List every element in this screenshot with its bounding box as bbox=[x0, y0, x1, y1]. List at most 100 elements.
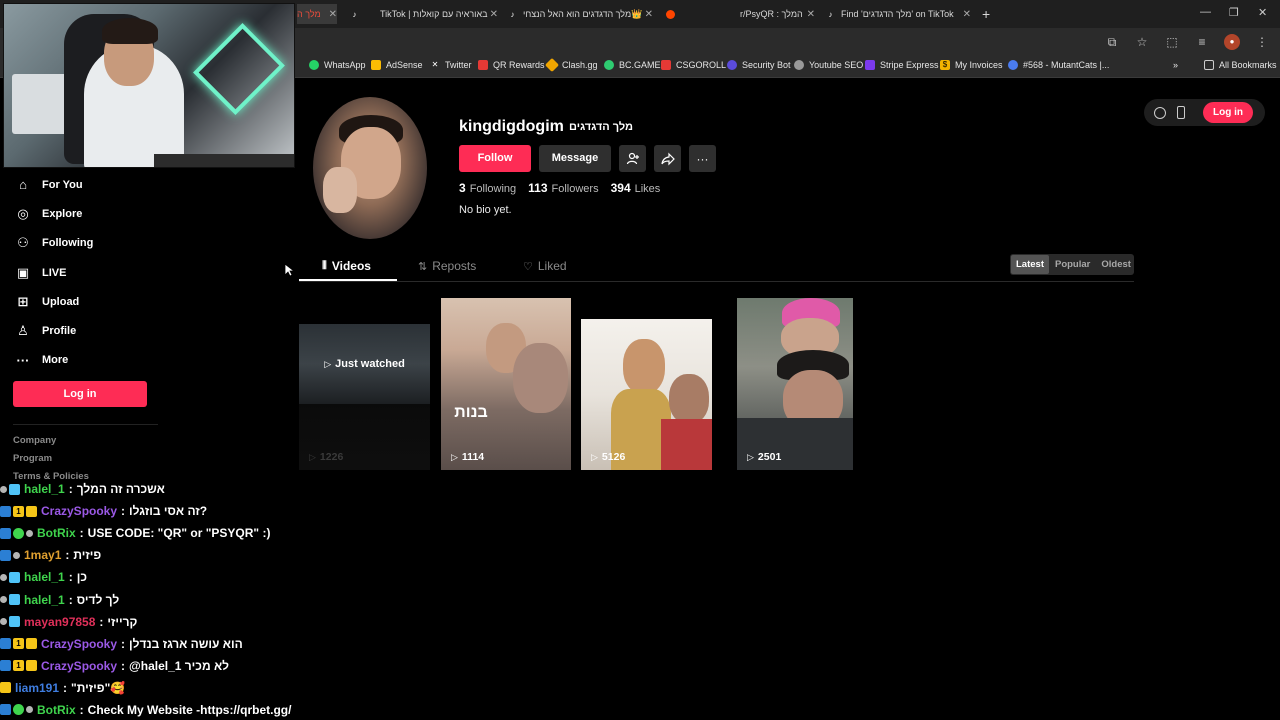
bookmark-mutantcats[interactable]: #568 - MutantCats |... bbox=[1008, 60, 1109, 70]
maximize-icon[interactable]: ❐ bbox=[1229, 6, 1239, 19]
device-icon[interactable] bbox=[1177, 106, 1185, 119]
tab-label: Reposts bbox=[432, 259, 477, 273]
play-icon: ▷ bbox=[324, 358, 332, 369]
browser-tab[interactable]: ♪ bbox=[350, 4, 368, 24]
sort-popular[interactable]: Popular bbox=[1050, 255, 1095, 274]
chat-separator: : bbox=[63, 680, 68, 695]
streamer-webcam bbox=[3, 3, 295, 168]
followers-stat[interactable]: 113 Followers bbox=[528, 181, 598, 195]
mod-badge-icon bbox=[0, 638, 11, 650]
sidebar-item-following[interactable]: ⚇ Following bbox=[14, 229, 214, 258]
chat-username[interactable]: CrazySpooky bbox=[41, 637, 117, 651]
chat-username[interactable]: liam191 bbox=[15, 681, 59, 695]
browser-tab[interactable]: ♪ Find 'מלך הדגדגים' on TikTok ✕ bbox=[826, 4, 972, 24]
chat-username[interactable]: halel_1 bbox=[24, 570, 65, 584]
chat-username[interactable]: halel_1 bbox=[24, 482, 65, 496]
number-badge-icon: 1 bbox=[13, 638, 24, 650]
bookmark-label: Stripe Express bbox=[880, 60, 939, 70]
chat-message: 1 CrazySpooky : זה אסי בוזגלו? bbox=[0, 500, 420, 522]
browser-tab[interactable]: מלך ה ✕ bbox=[297, 4, 337, 24]
chat-text: "פיזית"🥰 bbox=[71, 680, 126, 695]
all-bookmarks-button[interactable]: All Bookmarks bbox=[1204, 60, 1277, 70]
compass-icon[interactable] bbox=[1154, 107, 1166, 119]
share-button[interactable] bbox=[654, 145, 681, 172]
close-icon[interactable]: ✕ bbox=[329, 9, 337, 20]
more-options-button[interactable]: ··· bbox=[689, 145, 716, 172]
bookmark-csgoroll[interactable]: CSGOROLL bbox=[661, 60, 726, 70]
bookmark-twitter[interactable]: ✕ Twitter bbox=[430, 60, 472, 70]
sidebar-login-button[interactable]: Log in bbox=[13, 381, 147, 407]
close-icon[interactable]: ✕ bbox=[963, 9, 971, 20]
following-stat[interactable]: 3 Following bbox=[459, 181, 516, 195]
browser-tab[interactable]: r/PsyQR : המלך ✕ bbox=[735, 4, 815, 24]
follow-button[interactable]: Follow bbox=[459, 145, 531, 172]
chat-username[interactable]: CrazySpooky bbox=[41, 659, 117, 673]
close-icon[interactable]: ✕ bbox=[645, 9, 653, 20]
sidebar-item-more[interactable]: ··· More bbox=[14, 346, 214, 375]
whatsapp-icon bbox=[309, 60, 319, 70]
close-icon[interactable]: ✕ bbox=[807, 9, 815, 20]
sidebar-item-profile[interactable]: ♙ Profile bbox=[14, 316, 214, 345]
chat-username[interactable]: mayan97858 bbox=[24, 615, 95, 629]
minimize-icon[interactable]: — bbox=[1200, 6, 1211, 18]
close-icon[interactable]: ✕ bbox=[490, 9, 498, 20]
chat-separator: : bbox=[121, 658, 126, 673]
footer-link-program[interactable]: Program bbox=[13, 453, 52, 464]
video-card[interactable]: ▷ 5126 bbox=[581, 319, 712, 470]
profile-avatar-icon[interactable]: ● bbox=[1224, 34, 1240, 50]
bookmark-whatsapp[interactable]: WhatsApp bbox=[309, 60, 366, 70]
video-card[interactable]: ▷ 2501 bbox=[737, 298, 853, 470]
followers-label: Followers bbox=[551, 183, 599, 195]
followers-count: 113 bbox=[528, 181, 548, 195]
sort-oldest[interactable]: Oldest bbox=[1096, 255, 1136, 274]
header-login-button[interactable]: Log in bbox=[1203, 102, 1253, 123]
chat-username[interactable]: 1may1 bbox=[24, 548, 61, 562]
bookmark-stripe[interactable]: Stripe Express bbox=[865, 60, 939, 70]
install-app-icon[interactable]: ⧉ bbox=[1104, 34, 1120, 50]
bookmark-label: CSGOROLL bbox=[676, 60, 727, 70]
sidebar-item-live[interactable]: ▣ LIVE bbox=[14, 258, 214, 287]
sidebar-item-label: Upload bbox=[42, 295, 80, 308]
chat-text: קרייזי bbox=[107, 614, 138, 629]
bookmark-adsense[interactable]: AdSense bbox=[371, 60, 423, 70]
bookmark-qr-rewards[interactable]: QR Rewards bbox=[478, 60, 545, 70]
browser-tab[interactable]: TikTok | באוראיה עם קואלות ✕ bbox=[368, 4, 498, 24]
chat-username[interactable]: BotRix bbox=[37, 703, 76, 717]
bookmark-clash[interactable]: Clash.gg bbox=[544, 57, 598, 73]
bookmark-star-icon[interactable]: ☆ bbox=[1134, 34, 1150, 50]
tab-reposts[interactable]: ⇅ Reposts bbox=[418, 259, 476, 273]
sidebar-item-label: LIVE bbox=[42, 266, 67, 279]
message-button[interactable]: Message bbox=[539, 145, 611, 172]
add-friend-button[interactable] bbox=[619, 145, 646, 172]
likes-count: 394 bbox=[610, 181, 631, 195]
new-tab-button[interactable]: + bbox=[982, 4, 996, 24]
stripe-icon bbox=[865, 60, 875, 70]
chat-username[interactable]: CrazySpooky bbox=[41, 504, 117, 518]
tab-videos[interactable]: ⦀ Videos bbox=[322, 259, 371, 273]
bookmark-security-bot[interactable]: Security Bot bbox=[727, 60, 791, 70]
sort-latest[interactable]: Latest bbox=[1011, 255, 1049, 274]
chat-username[interactable]: halel_1 bbox=[24, 593, 65, 607]
browser-tab[interactable]: ♪ מלך הדגדגים הוא האל הנצחי👑 ✕ bbox=[508, 4, 654, 24]
kebab-menu-icon[interactable]: ⋮ bbox=[1254, 34, 1270, 50]
extensions-icon[interactable]: ⬚ bbox=[1164, 34, 1180, 50]
sidebar-item-explore[interactable]: ◎ Explore bbox=[14, 199, 214, 228]
more-bookmarks-button[interactable]: » bbox=[1173, 60, 1178, 70]
sidebar-item-upload[interactable]: ⊞ Upload bbox=[14, 287, 214, 316]
bookmark-invoices[interactable]: $ My Invoices bbox=[940, 60, 1003, 70]
bookmark-bcgame[interactable]: BC.GAME bbox=[604, 60, 661, 70]
video-card[interactable]: בנות ▷ 1114 bbox=[441, 298, 571, 470]
tab-liked[interactable]: ♡ Liked bbox=[523, 259, 567, 273]
shield-icon bbox=[727, 60, 737, 70]
video-card[interactable]: ▷ Just watched ▷ 1226 bbox=[299, 298, 430, 470]
thumb-overlay-text: בנות bbox=[454, 404, 488, 421]
crown-badge-icon bbox=[26, 638, 37, 650]
sidebar-item-for-you[interactable]: ⌂ For You bbox=[14, 170, 214, 199]
media-control-icon[interactable]: ≡ bbox=[1194, 34, 1210, 50]
chat-message: halel_1 : כן bbox=[0, 566, 420, 588]
footer-link-company[interactable]: Company bbox=[13, 435, 56, 446]
browser-tab[interactable] bbox=[666, 4, 684, 24]
chat-username[interactable]: BotRix bbox=[37, 526, 76, 540]
close-window-icon[interactable]: ✕ bbox=[1258, 6, 1267, 19]
bookmark-youtube-seo[interactable]: Youtube SEO bbox=[794, 60, 863, 70]
